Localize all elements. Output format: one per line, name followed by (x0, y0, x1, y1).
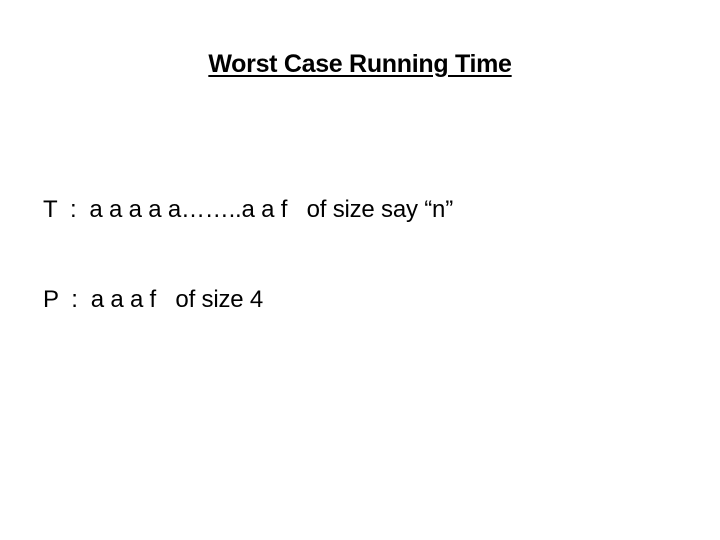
slide-title: Worst Case Running Time (208, 50, 512, 78)
text-string-line: T : a a a a a……..a a f of size say “n” (43, 196, 453, 223)
pattern-string-line: P : a a a f of size 4 (43, 286, 264, 313)
